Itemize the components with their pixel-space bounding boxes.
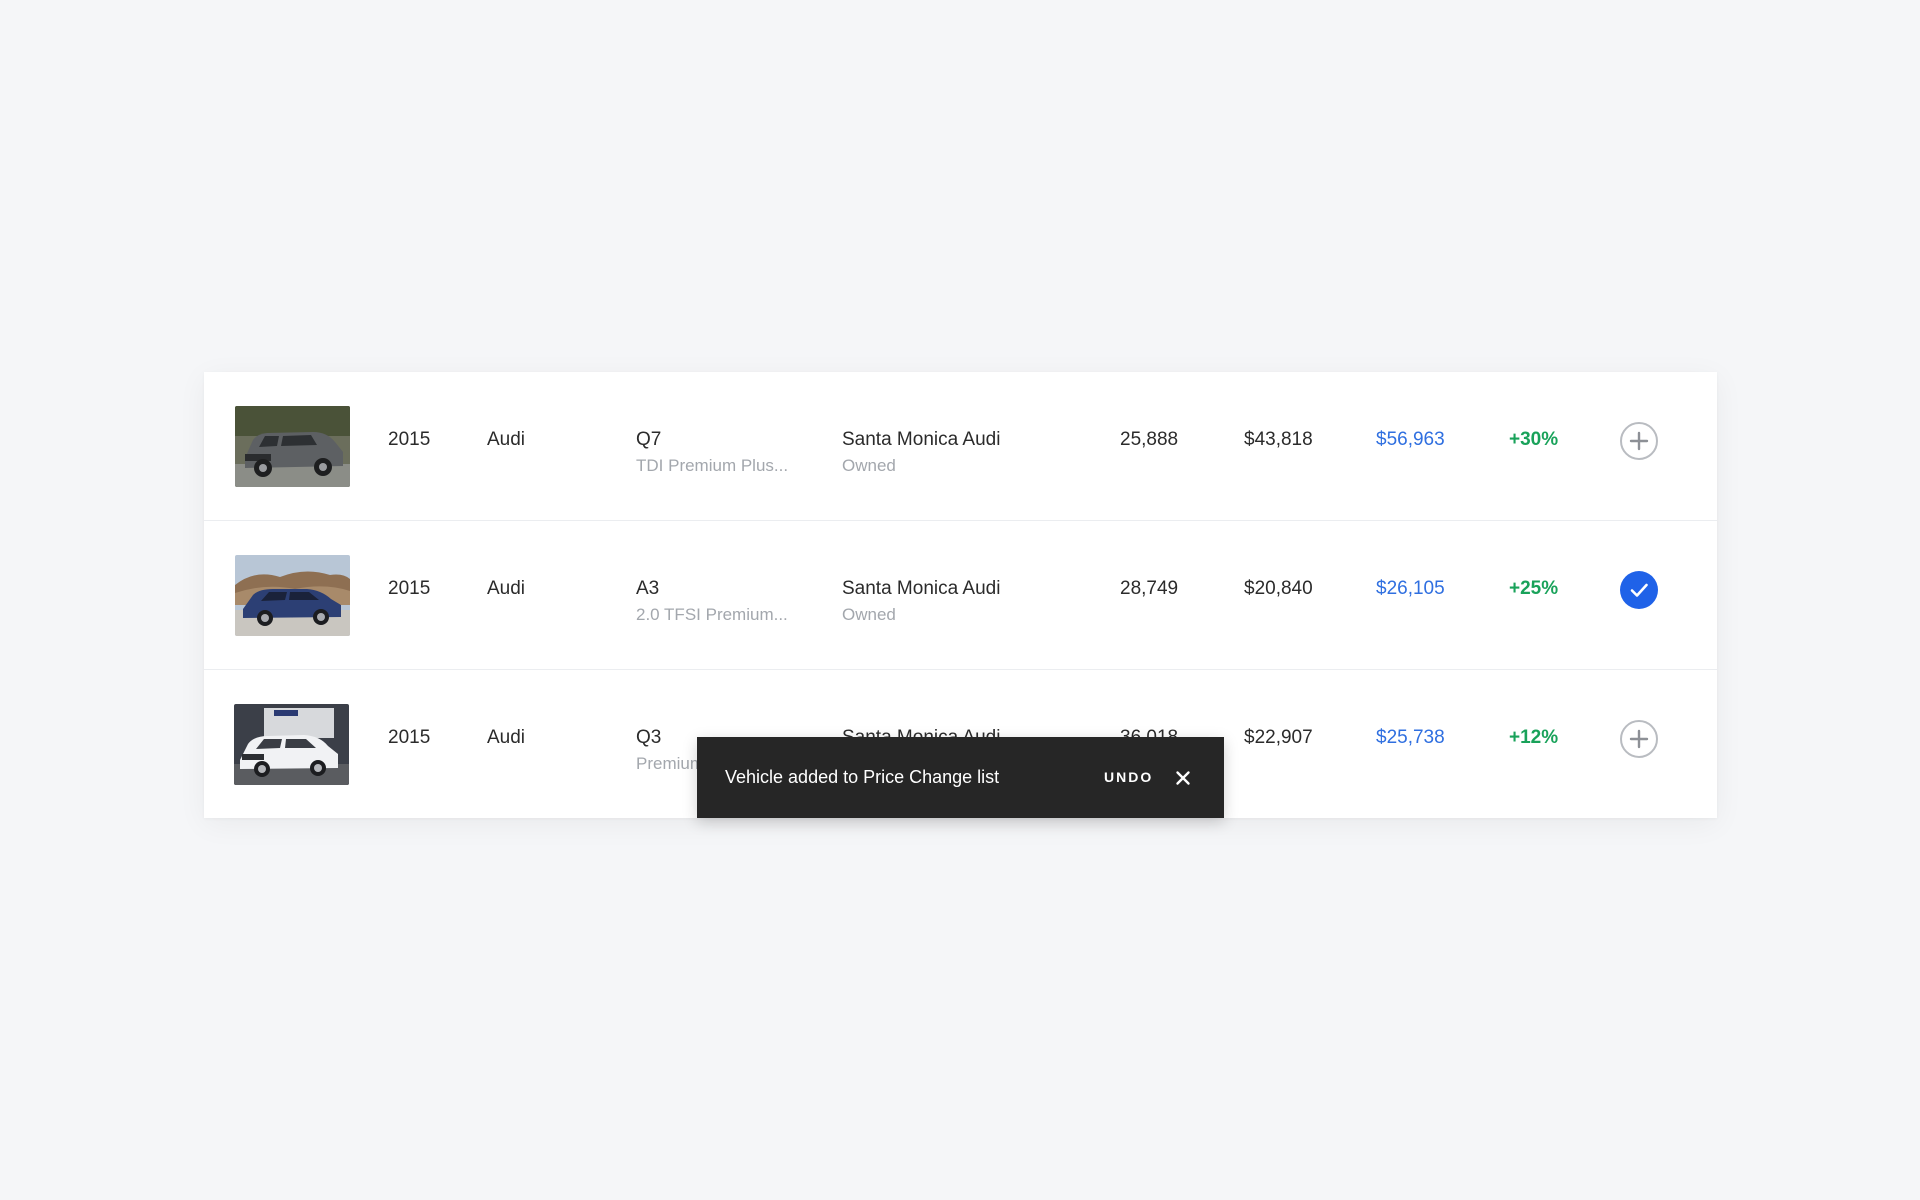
add-to-list-button[interactable] [1620, 720, 1658, 758]
remove-from-list-button[interactable] [1620, 571, 1658, 609]
vehicle-price[interactable]: $56,963 [1376, 428, 1445, 452]
check-icon [1630, 583, 1648, 597]
dealer-name: Santa Monica Audi [842, 429, 1001, 450]
vehicle-year: 2015 [388, 429, 431, 450]
vehicle-trim: TDI Premium Plus... [636, 456, 789, 475]
vehicle-thumbnail[interactable] [235, 406, 350, 487]
vehicle-model: A3 [636, 578, 660, 599]
vehicle-model-cell: Q7 TDI Premium Plus... [636, 428, 788, 478]
table-row[interactable]: 2015 Audi A3 2.0 TFSI Premium... Santa M… [204, 521, 1717, 670]
vehicle-trim: 2.0 TFSI Premium... [636, 605, 788, 624]
plus-icon [1629, 431, 1649, 451]
close-icon [1176, 771, 1190, 785]
vehicle-model: Q7 [636, 429, 662, 450]
table-row[interactable]: 2015 Audi Q7 TDI Premium Plus... Santa M… [204, 372, 1717, 521]
snackbar: Vehicle added to Price Change list UNDO [697, 737, 1224, 818]
close-button[interactable] [1171, 766, 1195, 790]
vehicle-price[interactable]: $25,738 [1376, 726, 1445, 750]
price-change-percent: +12% [1509, 727, 1559, 748]
plus-icon [1629, 729, 1649, 749]
vehicle-year: 2015 [388, 578, 431, 599]
vehicle-location-cell: Santa Monica Audi Owned [842, 428, 1000, 478]
ownership-status: Owned [842, 456, 896, 475]
vehicle-model: Q3 [636, 727, 662, 748]
snackbar-message: Vehicle added to Price Change list [725, 767, 1000, 787]
undo-button[interactable]: UNDO [1104, 767, 1153, 787]
ownership-status: Owned [842, 605, 896, 624]
vehicle-mileage: 25,888 [1120, 429, 1179, 450]
vehicle-cost: $22,907 [1244, 727, 1313, 748]
vehicle-make: Audi [487, 429, 526, 450]
vehicle-price[interactable]: $26,105 [1376, 577, 1445, 601]
vehicle-thumbnail[interactable] [234, 704, 349, 785]
vehicle-year: 2015 [388, 727, 431, 748]
vehicle-model-cell: Q3 Premium [636, 726, 704, 776]
vehicle-make: Audi [487, 578, 526, 599]
price-change-percent: +25% [1509, 578, 1559, 599]
vehicle-trim: Premium [636, 754, 705, 773]
add-to-list-button[interactable] [1620, 422, 1658, 460]
price-change-percent: +30% [1509, 429, 1559, 450]
dealer-name: Santa Monica Audi [842, 578, 1001, 599]
vehicle-cost: $43,818 [1244, 429, 1313, 450]
vehicle-make: Audi [487, 727, 526, 748]
vehicle-location-cell: Santa Monica Audi Owned [842, 577, 1000, 627]
vehicle-cost: $20,840 [1244, 578, 1313, 599]
vehicle-thumbnail[interactable] [235, 555, 350, 636]
vehicle-model-cell: A3 2.0 TFSI Premium... [636, 577, 788, 627]
vehicle-mileage: 28,749 [1120, 578, 1179, 599]
